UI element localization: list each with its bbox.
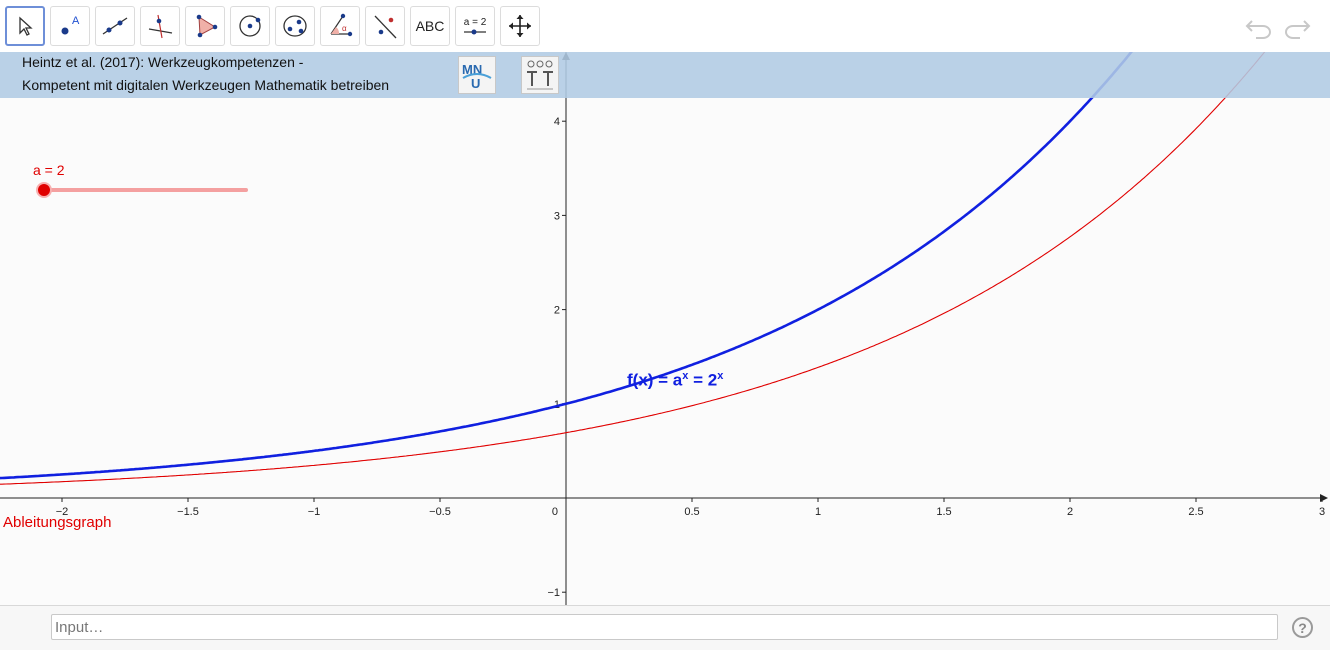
point-tool[interactable]: A: [50, 6, 90, 46]
derivative-curve: [0, 52, 1266, 485]
move-tool[interactable]: [5, 6, 45, 46]
x-axis-arrow: [1320, 494, 1328, 502]
x-tick-label: 1: [815, 506, 821, 518]
y-tick-label: 3: [554, 210, 560, 222]
move-graphics-tool[interactable]: [500, 6, 540, 46]
x-tick-label: 1.5: [936, 506, 951, 518]
function-curve-f: [0, 52, 1133, 480]
mnu-logo-icon: MN U: [458, 56, 496, 94]
derivative-label: Ableitungsgraph: [3, 514, 112, 531]
header-banner: Heintz et al. (2017): Werkzeugkompetenze…: [0, 52, 1330, 98]
line-tool[interactable]: [95, 6, 135, 46]
x-tick-label: −0.5: [429, 506, 451, 518]
move-arrows-icon: [509, 15, 531, 37]
x-tick-label: 2: [1067, 506, 1073, 518]
perpendicular-line-icon: [148, 14, 173, 39]
undo-icon: [1245, 20, 1271, 39]
reflect-icon: [374, 15, 397, 39]
angle-icon: α: [330, 13, 353, 37]
coordinate-plot: −4−3.5−3−2.5−2−1.5−1−0.500.511.522.533.5…: [0, 52, 1328, 605]
algebra-input-field[interactable]: [51, 614, 1278, 640]
x-tick-label: −1: [308, 506, 321, 518]
function-label-exp-2: x: [717, 370, 724, 382]
y-tick-label: −1: [547, 587, 560, 599]
slider-icon: [464, 29, 486, 34]
svg-text:U: U: [471, 76, 480, 91]
redo-button[interactable]: [1282, 12, 1312, 42]
ellipse-icon: [283, 15, 307, 37]
banner-title-line1: Heintz et al. (2017): Werkzeugkompetenze…: [22, 54, 304, 70]
input-bar: ?: [0, 605, 1330, 650]
slider-tool[interactable]: a = 2: [455, 6, 495, 46]
point-icon: A: [61, 15, 80, 35]
text-tool-label: ABC: [415, 18, 445, 34]
x-tick-label: 0.5: [684, 506, 699, 518]
graphics-view[interactable]: −4−3.5−3−2.5−2−1.5−1−0.500.511.522.533.5…: [0, 52, 1330, 605]
undo-button[interactable]: [1244, 12, 1274, 42]
help-button[interactable]: ?: [1292, 617, 1313, 638]
x-tick-label: 3: [1319, 506, 1325, 518]
redo-icon: [1285, 20, 1311, 39]
polygon-icon: [196, 14, 218, 38]
polygon-tool[interactable]: [185, 6, 225, 46]
toolbar: A α ABC a = 2: [0, 0, 1330, 52]
x-tick-label: 0: [552, 506, 558, 518]
x-tick-label: 2.5: [1188, 506, 1203, 518]
angle-tool[interactable]: α: [320, 6, 360, 46]
function-label-prefix: f(x) = a: [627, 370, 683, 390]
slider-a-knob[interactable]: [36, 182, 52, 198]
geogebra-app: A α ABC a = 2 −2 −1.5 −1 −0.5 0 0.5 1 1.…: [0, 0, 1330, 650]
slider-tool-label: a = 2: [463, 16, 487, 28]
line-icon: [102, 17, 128, 35]
tt-logo-icon: [521, 56, 559, 94]
cursor-arrow-icon: [19, 16, 33, 36]
text-tool[interactable]: ABC: [410, 6, 450, 46]
x-tick-label: −1.5: [177, 506, 199, 518]
y-tick-label: 4: [554, 116, 560, 128]
perpendicular-tool[interactable]: [140, 6, 180, 46]
circle-tool[interactable]: [230, 6, 270, 46]
ellipse-tool[interactable]: [275, 6, 315, 46]
circle-center-icon: [239, 15, 261, 37]
function-label-mid: = 2: [688, 370, 718, 390]
reflect-tool[interactable]: [365, 6, 405, 46]
svg-text:α: α: [342, 24, 347, 33]
function-label: f(x) = ax = 2x: [627, 370, 723, 391]
y-tick-label: 2: [554, 305, 560, 317]
slider-a-label: a = 2: [33, 162, 65, 178]
banner-title-line2: Kompetent mit digitalen Werkzeugen Mathe…: [22, 77, 390, 93]
svg-text:A: A: [72, 15, 80, 27]
slider-a-track[interactable]: [44, 188, 248, 192]
